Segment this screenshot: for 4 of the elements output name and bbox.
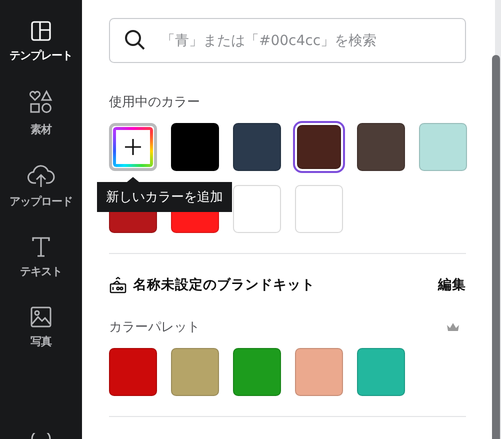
tooltip: 新しいカラーを追加	[97, 177, 232, 212]
palette-heading: カラーパレット	[109, 319, 200, 336]
section-heading: 使用中のカラー	[109, 94, 201, 111]
brand-kit-name: 名称未設定のブランドキット	[133, 276, 315, 294]
